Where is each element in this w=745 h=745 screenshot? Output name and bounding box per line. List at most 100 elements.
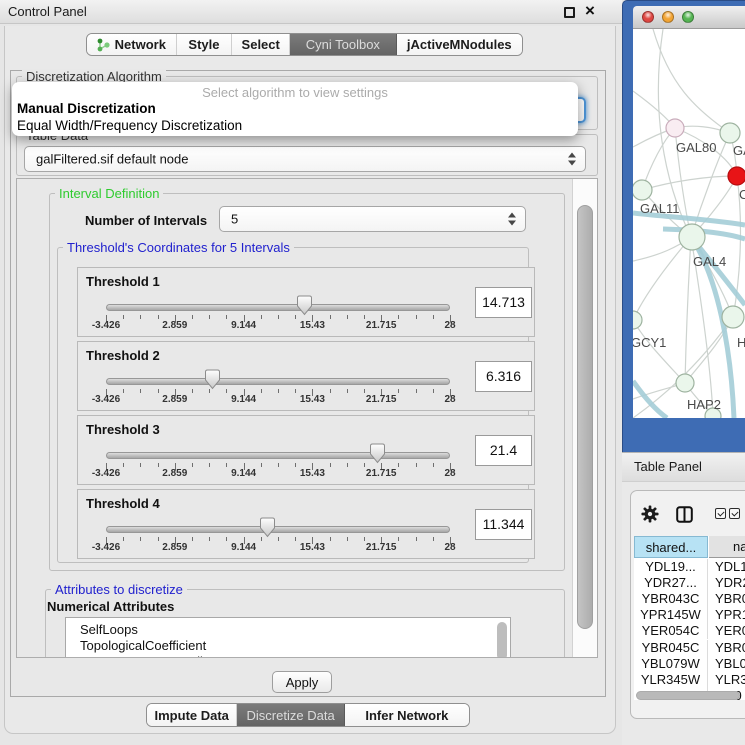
network-graph-canvas[interactable]: GAL80GACGAL11GAL4GCY1HHAP2 [633, 29, 745, 418]
threshold-value-field[interactable]: 11.344 [475, 509, 532, 540]
table-row-cell[interactable]: YBR043C [634, 591, 708, 607]
network-node-green[interactable] [722, 306, 744, 328]
table-row-cell[interactable]: YER054C [634, 623, 708, 639]
network-node-label: GAL80 [676, 140, 716, 155]
network-node-label: GCY1 [633, 335, 666, 350]
slider-track[interactable] [106, 452, 450, 459]
float-window-icon[interactable] [564, 7, 575, 18]
tab-jactivemnodules[interactable]: jActiveMNodules [397, 34, 522, 55]
table-row-cell[interactable]: YLR3 [709, 672, 745, 688]
mac-close-icon[interactable] [642, 11, 654, 23]
table-row-cell[interactable]: YBL079W [634, 656, 708, 672]
attribute-item[interactable]: TopologicalCoefficient [80, 638, 206, 653]
table-row-cell[interactable]: YBR045C [634, 640, 708, 656]
network-node-green[interactable] [633, 311, 642, 329]
tab-discretize-data[interactable]: Discretize Data [237, 704, 344, 726]
network-node-green[interactable] [679, 224, 705, 250]
slider-tick-label: 2.859 [162, 542, 187, 553]
table-hscrollbar-thumb[interactable] [636, 691, 740, 700]
network-node-pink[interactable] [666, 119, 684, 137]
slider-track[interactable] [106, 304, 450, 311]
settings-scrollbar-track[interactable] [572, 179, 597, 657]
table-panel-title: Table Panel [634, 459, 702, 474]
table-row-cell[interactable]: YBR0 [709, 640, 745, 656]
network-node-green[interactable] [676, 374, 694, 392]
column-header-name[interactable]: na [709, 536, 745, 558]
threshold-value-field[interactable]: 6.316 [475, 361, 532, 392]
list-scrollbar-thumb[interactable] [497, 622, 507, 658]
tab-infer-network[interactable]: Infer Network [345, 704, 469, 726]
attribute-item[interactable]: SelfLoops [80, 622, 138, 637]
combo-stepper-icon [508, 213, 517, 226]
tab-label: Network [115, 37, 166, 52]
slider-tick-label: 21.715 [366, 542, 397, 553]
slider-tick-label: 28 [444, 468, 455, 479]
slider-tick [433, 315, 434, 319]
slider-tick [123, 537, 124, 541]
table-row-cell[interactable]: YBL0 [709, 656, 745, 672]
tab-select[interactable]: Select [232, 34, 290, 55]
slider-tick-label: 15.43 [300, 468, 325, 479]
dropdown-option-manual[interactable]: Manual Discretization [17, 101, 156, 116]
node-table[interactable]: shared...naYDL19...YDL1YDR27...YDR2YBR04… [634, 536, 745, 700]
table-row-cell[interactable]: YBR0 [709, 591, 745, 607]
slider-tick [158, 315, 159, 319]
attribute-item[interactable]: BetweennessCentrality [80, 654, 213, 658]
table-row-cell[interactable]: YDR27... [634, 575, 708, 591]
threshold-value-field[interactable]: 21.4 [475, 435, 532, 466]
slider-tick [158, 389, 159, 393]
apply-button[interactable]: Apply [272, 671, 332, 693]
slider-tick [398, 463, 399, 467]
slider-tick [209, 315, 210, 319]
control-panel-title: Control Panel [8, 4, 87, 19]
table-row-cell[interactable]: YPR1 [709, 607, 745, 623]
table-row-cell[interactable]: YER0 [709, 623, 745, 639]
mac-zoom-icon[interactable] [682, 11, 694, 23]
table-row-cell[interactable]: YPR145W [634, 607, 708, 623]
table-data-combobox[interactable]: galFiltered.sif default node [24, 146, 586, 172]
slider-thumb[interactable] [369, 443, 386, 464]
dropdown-option-equal-width[interactable]: Equal Width/Frequency Discretization [17, 118, 242, 133]
slider-tick-label: 15.43 [300, 542, 325, 553]
network-node-green[interactable] [633, 180, 652, 200]
split-view-icon[interactable] [676, 506, 693, 523]
slider-thumb[interactable] [204, 369, 221, 390]
slider-tick [192, 537, 193, 541]
slider-tick-label: -3.426 [92, 394, 120, 405]
tab-network[interactable]: Network [87, 34, 177, 55]
tab-cyni-toolbox[interactable]: Cyni Toolbox [290, 34, 397, 55]
settings-scrollbar-thumb[interactable] [577, 205, 593, 629]
slider-tick [192, 315, 193, 319]
table-row-cell[interactable]: YDL19... [634, 559, 708, 575]
slider-thumb[interactable] [259, 517, 276, 538]
network-node-red[interactable] [728, 167, 745, 185]
slider-track[interactable] [106, 526, 450, 533]
gear-icon[interactable] [641, 505, 659, 523]
tab-style[interactable]: Style [177, 34, 233, 55]
select-columns-icon[interactable] [715, 508, 726, 519]
slider-tick [192, 463, 193, 467]
number-of-intervals-combobox[interactable]: 5 [219, 206, 526, 232]
select-columns-icon[interactable] [729, 508, 740, 519]
close-panel-icon[interactable]: × [585, 1, 595, 21]
tab-label: Infer Network [365, 708, 448, 723]
slider-tick [398, 315, 399, 319]
table-data-value: galFiltered.sif default node [36, 152, 188, 167]
desktop: Control Panel × Network StyleSelectCyni T… [0, 0, 745, 745]
table-row-cell[interactable]: YDL1 [709, 559, 745, 575]
slider-thumb[interactable] [296, 295, 313, 316]
tab-impute-data[interactable]: Impute Data [147, 704, 237, 726]
threshold-value-field[interactable]: 14.713 [475, 287, 532, 318]
network-window-titlebar [633, 6, 745, 29]
network-node-green[interactable] [720, 123, 740, 143]
column-header-shared-name[interactable]: shared... [634, 536, 708, 558]
mac-minimize-icon[interactable] [662, 11, 674, 23]
table-row-cell[interactable]: YLR345W [634, 672, 708, 688]
table-row-cell[interactable]: YDR2 [709, 575, 745, 591]
top-tab-bar: Network StyleSelectCyni ToolboxjActiveMNo… [86, 33, 523, 56]
threshold-panel: Threshold 4-3.4262.8599.14415.4321.71528… [77, 489, 535, 559]
slider-tick [364, 315, 365, 319]
slider-tick [433, 463, 434, 467]
slider-track[interactable] [106, 378, 450, 385]
threshold-label: Threshold 2 [86, 348, 160, 363]
